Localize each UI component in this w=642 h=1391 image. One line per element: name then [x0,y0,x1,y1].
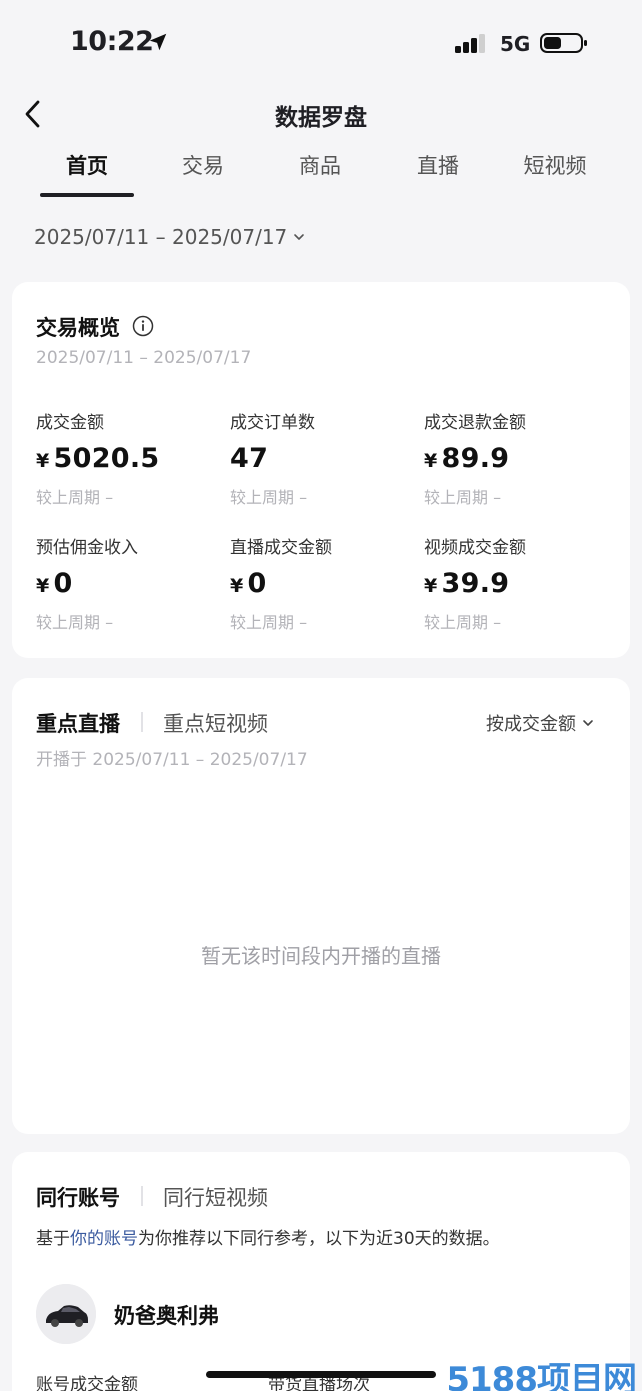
featured-live-card: 重点直播 重点短视频 按成交金额 开播于 2025/07/11 – 2025/0… [12,678,630,1134]
metric-compare: 较上周期 – [424,488,502,507]
metric-label: 成交金额 [36,413,104,433]
metric-refund[interactable]: 成交退款金额 ¥89.9 较上周期 – [424,408,614,508]
chevron-down-icon [583,720,593,726]
battery-icon [540,33,587,53]
metric-label: 成交订单数 [230,413,315,433]
metric-gmv[interactable]: 成交金额 ¥5020.5 较上周期 – [36,408,226,508]
your-account-link[interactable]: 你的账号 [70,1229,138,1249]
watermark-text: 5188项目网 [446,1360,637,1391]
metric-label: 成交退款金额 [424,413,526,433]
metric-commission[interactable]: 预估佣金收入 ¥0 较上周期 – [36,533,226,633]
tab-featured-short-video[interactable]: 重点短视频 [163,708,268,738]
overview-title: 交易概览 [36,316,120,340]
tab-peer-short-video[interactable]: 同行短视频 [163,1182,268,1212]
metric-label: 视频成交金额 [424,538,526,558]
live-date: 开播于 2025/07/11 – 2025/07/17 [36,750,308,770]
overview-date: 2025/07/11 – 2025/07/17 [36,348,252,368]
tab-divider [141,1186,143,1206]
network-label: 5G [500,32,531,56]
metric-video-gmv[interactable]: 视频成交金额 ¥39.9 较上周期 – [424,533,614,633]
sort-label: 按成交金额 [486,714,576,735]
tab-trade[interactable]: 交易 [148,150,258,180]
trade-overview-card: 交易概览 2025/07/11 – 2025/07/17 成交金额 ¥5020.… [12,282,630,658]
empty-state-message: 暂无该时间段内开播的直播 [201,944,441,968]
signal-strength-icon [455,34,485,53]
metric-compare: 较上周期 – [230,488,308,507]
peer-account-name[interactable]: 奶爸奥利弗 [114,1300,219,1330]
peer-description: 基于你的账号为你推荐以下同行参考，以下为近30天的数据。 [36,1229,500,1249]
metric-compare: 较上周期 – [424,613,502,632]
sort-dropdown[interactable]: 按成交金额 [486,710,594,736]
location-arrow-icon [149,33,167,51]
metric-value: ¥0 [36,568,73,599]
watermark: 5188项目网 [446,1352,637,1391]
status-bar: 10:22 5G [0,0,642,88]
tab-peer-accounts[interactable]: 同行账号 [36,1182,120,1212]
metric-compare: 较上周期 – [230,613,308,632]
peer-stat-gmv-label: 账号成交金额 [36,1375,138,1391]
metric-label: 直播成交金额 [230,538,332,558]
status-time: 10:22 [70,26,154,57]
avatar[interactable] [36,1284,96,1344]
metric-value: ¥0 [230,568,267,599]
metric-value: ¥39.9 [424,568,510,599]
date-range-selector[interactable]: 2025/07/11 – 2025/07/17 [34,225,305,249]
tab-products[interactable]: 商品 [265,150,375,180]
chevron-down-icon [294,234,305,240]
tab-home[interactable]: 首页 [32,150,142,180]
tab-divider [141,712,143,732]
active-tab-indicator [40,193,134,197]
metric-label: 预估佣金收入 [36,538,138,558]
car-avatar-icon [36,1284,96,1344]
info-icon[interactable] [132,315,154,337]
metric-value: 47 [230,443,269,474]
metric-value: ¥5020.5 [36,443,160,474]
metric-compare: 较上周期 – [36,488,114,507]
page-title: 数据罗盘 [275,105,367,131]
tab-short-video[interactable]: 短视频 [500,150,610,180]
date-range-label: 2025/07/11 – 2025/07/17 [34,225,288,249]
home-indicator[interactable] [206,1371,436,1378]
tab-featured-live[interactable]: 重点直播 [36,708,120,738]
tab-live[interactable]: 直播 [383,150,493,180]
metric-value: ¥89.9 [424,443,510,474]
metric-live-gmv[interactable]: 直播成交金额 ¥0 较上周期 – [230,533,420,633]
metric-orders[interactable]: 成交订单数 47 较上周期 – [230,408,420,508]
metric-compare: 较上周期 – [36,613,114,632]
